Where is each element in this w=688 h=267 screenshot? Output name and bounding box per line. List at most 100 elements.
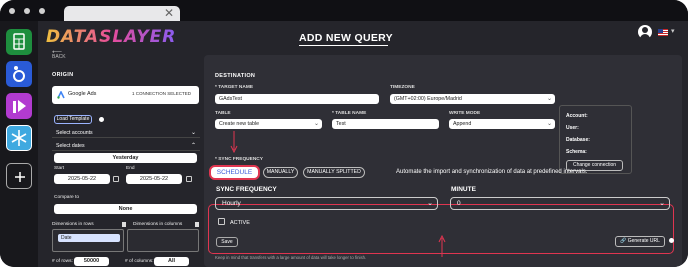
minute-select[interactable]: 0 ⌄ <box>450 197 670 210</box>
dimension-chip[interactable]: Date <box>58 234 120 242</box>
start-label: Start <box>54 166 65 171</box>
tab-schedule[interactable]: SCHEDULE <box>209 165 260 180</box>
save-button[interactable]: Save <box>216 237 238 247</box>
rows-label: # of rows: <box>52 259 73 264</box>
timezone-label: TIMEZONE <box>390 85 415 90</box>
select-accounts-label: Select accounts <box>56 130 93 136</box>
sync-frequency-field-label: SYNC FREQUENCY <box>216 186 277 193</box>
select-dates-label: Select dates <box>56 143 85 149</box>
chevron-down-icon: ⌄ <box>313 121 319 127</box>
connector-name: Google Ads <box>68 91 97 97</box>
write-mode-label: WRITE MODE <box>449 111 481 116</box>
select-dates-row[interactable]: Select dates ⌃ <box>52 141 200 151</box>
write-mode-value: Append <box>453 121 472 127</box>
compare-value: None <box>118 206 133 212</box>
database-label: Database: <box>566 137 590 143</box>
chevron-down-icon: ⌄ <box>190 130 196 136</box>
chevron-down-icon: ⌄ <box>427 200 433 207</box>
date-preset-value: Yesterday <box>112 155 139 161</box>
sync-frequency-select[interactable]: Hourly ⌄ <box>215 197 438 210</box>
sync-frequency-value: Hourly <box>222 200 241 207</box>
trash-icon[interactable] <box>195 222 199 227</box>
schema-label: Schema: <box>566 149 587 155</box>
window-minimize-dot[interactable] <box>24 8 30 14</box>
app-window: ✕ DATASLAYER ADD NEW QUERY ▾ ⟵ BACK ORIG… <box>0 0 688 267</box>
start-date-value: 2025-05-22 <box>67 176 97 182</box>
power-bi-icon[interactable] <box>6 93 32 119</box>
sync-frequency-label: * SYNC FREQUENCY <box>215 157 263 162</box>
info-icon[interactable] <box>99 117 104 122</box>
dataslayer-logo: DATASLAYER <box>46 27 177 47</box>
timezone-select[interactable]: (GMT+02:00) Europe/Madrid ⌄ <box>390 94 555 104</box>
active-checkbox[interactable] <box>218 218 225 225</box>
start-date-input[interactable]: 2025-05-22 <box>54 174 110 184</box>
app-main: DATASLAYER ADD NEW QUERY ▾ ⟵ BACK ORIGIN… <box>38 21 688 267</box>
rows-value: 50000 <box>83 258 100 264</box>
google-ads-icon <box>57 91 65 99</box>
connector-selector[interactable]: Google Ads 1 CONNECTION SELECTED <box>52 86 199 104</box>
dims-rows-label: Dimensions in rows <box>52 222 94 227</box>
dims-cols-box[interactable] <box>127 229 199 252</box>
target-name-label: * TARGET NAME <box>215 85 254 90</box>
trash-icon[interactable] <box>122 222 126 227</box>
end-date-input[interactable]: 2025-05-22 <box>126 174 182 184</box>
table-label: TABLE <box>215 111 231 116</box>
chevron-up-icon: ⌃ <box>190 143 196 149</box>
tab-manually-splitted[interactable]: MANUALLY SPLITTED <box>303 167 365 178</box>
snowflake-icon[interactable] <box>6 125 32 151</box>
back-link[interactable]: BACK <box>52 54 66 60</box>
browser-tab[interactable]: ✕ <box>64 6 180 21</box>
cols-select[interactable]: All <box>154 257 189 266</box>
target-name-input[interactable]: GAdsTest <box>215 94 379 104</box>
link-icon: 🔗 <box>620 238 627 244</box>
select-accounts-row[interactable]: Select accounts ⌄ <box>52 128 200 138</box>
load-template-button[interactable]: Load Template <box>54 115 92 124</box>
date-preset-select[interactable]: Yesterday <box>54 153 197 163</box>
table-select[interactable]: Create new table ⌄ <box>215 119 322 129</box>
timezone-value: (GMT+02:00) Europe/Madrid <box>394 96 462 102</box>
generate-url-button[interactable]: 🔗 Generate URL <box>615 236 665 247</box>
dimension-chip-label: Date <box>61 235 72 241</box>
chevron-down-icon: ⌄ <box>546 96 552 102</box>
window-maximize-dot[interactable] <box>39 8 45 14</box>
close-icon[interactable]: ✕ <box>164 6 174 21</box>
dims-cols-label: Dimensions in columns <box>133 222 183 227</box>
minute-value: 0 <box>457 200 461 207</box>
page-title: ADD NEW QUERY <box>299 32 393 44</box>
destination-label: DESTINATION <box>215 73 256 79</box>
screenshot-frame: ✕ DATASLAYER ADD NEW QUERY ▾ ⟵ BACK ORIG… <box>0 0 688 267</box>
us-flag-icon[interactable] <box>658 29 668 36</box>
rows-select[interactable]: 50000 <box>74 257 109 266</box>
calendar-icon[interactable] <box>113 176 119 182</box>
compare-select[interactable]: None <box>54 204 197 214</box>
arrow-down-annotation <box>230 131 238 153</box>
calendar-icon[interactable] <box>186 176 192 182</box>
compare-label: Compare to <box>54 195 80 200</box>
add-icon[interactable] <box>6 163 32 189</box>
write-mode-select[interactable]: Append ⌄ <box>449 119 555 129</box>
window-close-dot[interactable] <box>9 8 15 14</box>
info-icon[interactable] <box>669 238 674 243</box>
sync-description: Automate the import and synchronization … <box>396 169 588 175</box>
account-label: Account: <box>566 113 588 119</box>
footnote: Keep in mind that transfers with a large… <box>215 255 367 260</box>
table-name-input[interactable]: Test <box>332 119 439 129</box>
end-date-value: 2025-05-22 <box>139 176 169 182</box>
looker-studio-icon[interactable] <box>6 61 32 87</box>
active-label: ACTIVE <box>230 220 250 226</box>
user-label: User: <box>566 125 579 131</box>
user-avatar-icon[interactable] <box>638 25 652 39</box>
title-underline <box>299 45 388 46</box>
chevron-down-icon: ⌄ <box>659 200 665 207</box>
tab-manually[interactable]: MANUALLY <box>263 167 298 178</box>
chevron-down-icon[interactable]: ▾ <box>671 27 675 35</box>
table-value: Create new table <box>219 121 260 127</box>
origin-label: ORIGIN <box>52 72 74 78</box>
end-label: End <box>126 166 135 171</box>
app-dock <box>0 21 38 267</box>
cols-label: # of columns: <box>125 259 154 264</box>
dims-rows-box[interactable]: Date <box>52 229 124 252</box>
minute-label: MINUTE <box>451 186 476 193</box>
table-name-value: Test <box>336 121 346 127</box>
google-sheets-icon[interactable] <box>6 29 32 55</box>
